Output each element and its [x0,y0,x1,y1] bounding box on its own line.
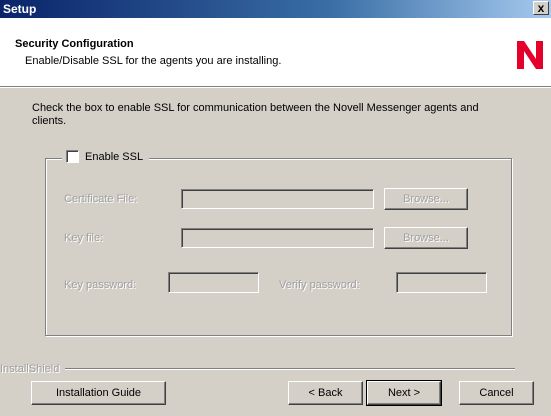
verify-password-label: Verify password: [279,279,360,291]
certificate-file-field[interactable] [181,189,374,209]
header-divider [0,87,551,88]
key-password-label: Key password: [64,279,137,291]
key-file-label: Key file: [64,232,104,244]
page-title: Security Configuration [15,38,134,50]
installation-guide-button[interactable]: Installation Guide [31,381,166,405]
verify-password-field[interactable] [396,272,487,293]
close-button[interactable]: x [533,1,549,15]
header-panel: Security Configuration Enable/Disable SS… [0,18,551,87]
enable-ssl-label[interactable]: Enable SSL [85,151,143,163]
page-subtitle: Enable/Disable SSL for the agents you ar… [25,55,282,67]
key-password-field[interactable] [168,272,259,293]
next-button[interactable]: Next > [366,380,442,406]
description-text: Check the box to enable SSL for communic… [32,102,479,127]
novell-logo-icon [517,41,543,69]
certificate-browse-button[interactable]: Browse... [384,188,468,210]
certificate-file-label: Certificate File: [64,193,138,205]
installshield-brand: InstallShield [0,363,60,375]
enable-ssl-checkbox-row[interactable]: Enable SSL [62,150,150,163]
back-button[interactable]: < Back [288,381,363,405]
cancel-button[interactable]: Cancel [459,381,534,405]
key-file-browse-button[interactable]: Browse... [384,227,468,249]
title-bar: Setup x [0,0,551,18]
footer-divider-line [65,368,516,370]
enable-ssl-checkbox[interactable] [66,150,79,163]
key-file-field[interactable] [181,228,374,248]
window-title: Setup [3,2,37,16]
installshield-divider: InstallShield [0,363,551,375]
